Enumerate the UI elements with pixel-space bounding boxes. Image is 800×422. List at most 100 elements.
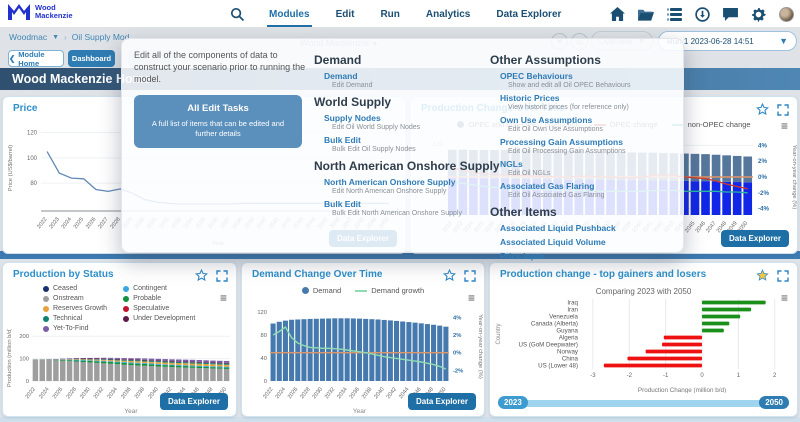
overlay-link-price-input[interactable]: Price Input bbox=[500, 251, 680, 261]
legend-item[interactable]: Technical bbox=[43, 315, 107, 322]
svg-text:Year-on-year change (%): Year-on-year change (%) bbox=[791, 145, 797, 210]
legend-item[interactable]: Demand bbox=[302, 286, 341, 295]
favorite-star-filled-icon[interactable] bbox=[756, 269, 769, 282]
svg-text:4%: 4% bbox=[453, 315, 461, 321]
card-tools bbox=[195, 269, 228, 282]
slider-start-handle[interactable]: 2023 bbox=[498, 396, 528, 409]
legend-item[interactable]: Contingent bbox=[123, 285, 195, 292]
expand-icon[interactable] bbox=[777, 270, 789, 282]
svg-text:80: 80 bbox=[30, 181, 37, 187]
nav-item-analytics[interactable]: Analytics bbox=[424, 2, 472, 27]
svg-text:2045: 2045 bbox=[684, 221, 696, 235]
legend-label: Speculative bbox=[133, 305, 169, 312]
nav-item-run[interactable]: Run bbox=[378, 2, 401, 27]
history-icon[interactable] bbox=[695, 7, 710, 22]
overlay-link-associated-gas-flaring[interactable]: Associated Gas Flaring bbox=[500, 181, 680, 191]
svg-text:4%: 4% bbox=[758, 142, 767, 149]
svg-text:-3: -3 bbox=[590, 373, 596, 379]
favorite-star-icon[interactable] bbox=[195, 269, 208, 282]
nav-item-edit[interactable]: Edit bbox=[334, 2, 357, 27]
overlay-description: Edit all of the components of data to co… bbox=[134, 49, 306, 85]
svg-text:-2%: -2% bbox=[758, 190, 770, 197]
overlay-link-bulk-edit[interactable]: Bulk Edit bbox=[324, 135, 486, 145]
svg-text:2024: 2024 bbox=[61, 217, 73, 231]
overlay-link-associated-liquid-volume[interactable]: Associated Liquid Volume bbox=[500, 237, 680, 247]
svg-text:US (GoM Deepwater): US (GoM Deepwater) bbox=[519, 342, 579, 349]
legend-item[interactable]: Onstream bbox=[43, 295, 107, 302]
tab-dashboard[interactable]: Dashboard bbox=[68, 50, 115, 67]
expand-icon[interactable] bbox=[464, 270, 476, 282]
breadcrumb-root[interactable]: Woodmac bbox=[9, 32, 47, 42]
stack-icon[interactable] bbox=[667, 8, 682, 21]
data-explorer-button[interactable]: Data Explorer bbox=[408, 393, 476, 410]
card-title: Price bbox=[13, 103, 37, 114]
home-icon[interactable] bbox=[610, 7, 625, 21]
line-swatch bbox=[355, 290, 367, 292]
overlay-link-opec-behaviours[interactable]: OPEC Behaviours bbox=[500, 71, 680, 81]
svg-text:Year: Year bbox=[353, 408, 367, 415]
nav-item-data-explorer[interactable]: Data Explorer bbox=[494, 2, 563, 27]
chevron-down-icon[interactable]: ▼ bbox=[52, 34, 59, 41]
svg-text:Venezuela: Venezuela bbox=[549, 314, 578, 321]
svg-text:Iran: Iran bbox=[567, 307, 578, 314]
card-menu-icon[interactable]: ≡ bbox=[220, 293, 227, 303]
all-edit-tasks-button[interactable]: All Edit Tasks A full list of items that… bbox=[134, 95, 302, 148]
expand-icon[interactable] bbox=[216, 270, 228, 282]
legend-item[interactable]: Reserves Growth bbox=[43, 305, 107, 312]
svg-text:-2: -2 bbox=[627, 373, 633, 379]
nav-item-modules[interactable]: Modules bbox=[267, 2, 312, 27]
legend-item[interactable]: Demand growth bbox=[355, 286, 424, 295]
svg-text:-2%: -2% bbox=[453, 368, 463, 374]
chat-icon[interactable] bbox=[723, 8, 738, 21]
expand-icon[interactable] bbox=[777, 104, 789, 116]
overlay-section-heading: World Supply bbox=[314, 95, 486, 109]
main-nav: Modules Edit Run Analytics Data Explorer bbox=[230, 0, 563, 28]
production-by-status-card: Production by Status ≡ CeasedOnstreamRes… bbox=[2, 262, 237, 417]
slider-track[interactable] bbox=[498, 400, 789, 407]
overlay-link-associated-liquid-pushback[interactable]: Associated Liquid Pushback bbox=[500, 223, 680, 233]
legend-item[interactable]: Under Development bbox=[123, 315, 195, 322]
legend-item[interactable]: Ceased bbox=[43, 285, 107, 292]
dot-swatch bbox=[123, 316, 129, 322]
svg-text:Guyana: Guyana bbox=[556, 328, 578, 335]
user-avatar[interactable] bbox=[779, 7, 794, 22]
svg-text:2028: 2028 bbox=[66, 387, 78, 401]
overlay-section-heading: Other Assumptions bbox=[490, 53, 680, 67]
svg-text:2028: 2028 bbox=[299, 387, 311, 401]
overlay-link-bulk-edit[interactable]: Bulk Edit bbox=[324, 199, 486, 209]
folder-icon[interactable] bbox=[638, 8, 654, 21]
favorite-star-icon[interactable] bbox=[756, 103, 769, 116]
year-range-slider[interactable]: 2023 2050 bbox=[498, 396, 789, 410]
legend-item[interactable]: Probable bbox=[123, 295, 195, 302]
favorite-star-icon[interactable] bbox=[443, 269, 456, 282]
edit-menu-overlay: Edit all of the components of data to co… bbox=[121, 38, 684, 253]
svg-text:2046: 2046 bbox=[695, 221, 707, 235]
svg-text:2024: 2024 bbox=[38, 387, 50, 401]
dot-swatch bbox=[123, 296, 129, 302]
overlay-link-supply-nodes[interactable]: Supply Nodes bbox=[324, 113, 486, 123]
svg-text:2047: 2047 bbox=[705, 221, 717, 235]
gear-icon[interactable] bbox=[751, 7, 766, 22]
overlay-link-own-use-assumptions[interactable]: Own Use Assumptions bbox=[500, 115, 680, 125]
data-explorer-button[interactable]: Data Explorer bbox=[160, 393, 228, 410]
breadcrumb-current[interactable]: Oil Supply Mod bbox=[72, 32, 130, 42]
woodmac-logo[interactable]: WoodMackenzie bbox=[8, 4, 73, 20]
svg-text:100: 100 bbox=[19, 357, 29, 363]
legend-item[interactable]: Speculative bbox=[123, 305, 195, 312]
top-navbar: WoodMackenzie Modules Edit Run Analytics Dat… bbox=[0, 0, 800, 28]
data-explorer-button[interactable]: Data Explorer bbox=[721, 230, 789, 247]
overlay-link-description: Edit Oil Associated Gas Flaring bbox=[508, 192, 680, 199]
overlay-link-north-american-onshore-supply[interactable]: North American Onshore Supply bbox=[324, 177, 486, 187]
svg-text:Year: Year bbox=[124, 408, 138, 415]
overlay-link-ngls[interactable]: NGLs bbox=[500, 159, 680, 169]
svg-text:Production Change (million b/d: Production Change (million b/d) bbox=[638, 387, 726, 393]
slider-end-handle[interactable]: 2050 bbox=[759, 396, 789, 409]
overlay-link-processing-gain-assumptions[interactable]: Processing Gain Assumptions bbox=[500, 137, 680, 147]
svg-text:Price (US$/barrel): Price (US$/barrel) bbox=[8, 145, 14, 191]
search-icon[interactable] bbox=[230, 7, 245, 22]
svg-text:2: 2 bbox=[773, 373, 777, 379]
svg-text:2032: 2032 bbox=[93, 387, 105, 401]
module-home-button[interactable]: ❮ Module Home bbox=[8, 50, 64, 67]
overlay-link-historic-prices[interactable]: Historic Prices bbox=[500, 93, 680, 103]
overlay-link-demand[interactable]: Demand bbox=[324, 71, 486, 81]
